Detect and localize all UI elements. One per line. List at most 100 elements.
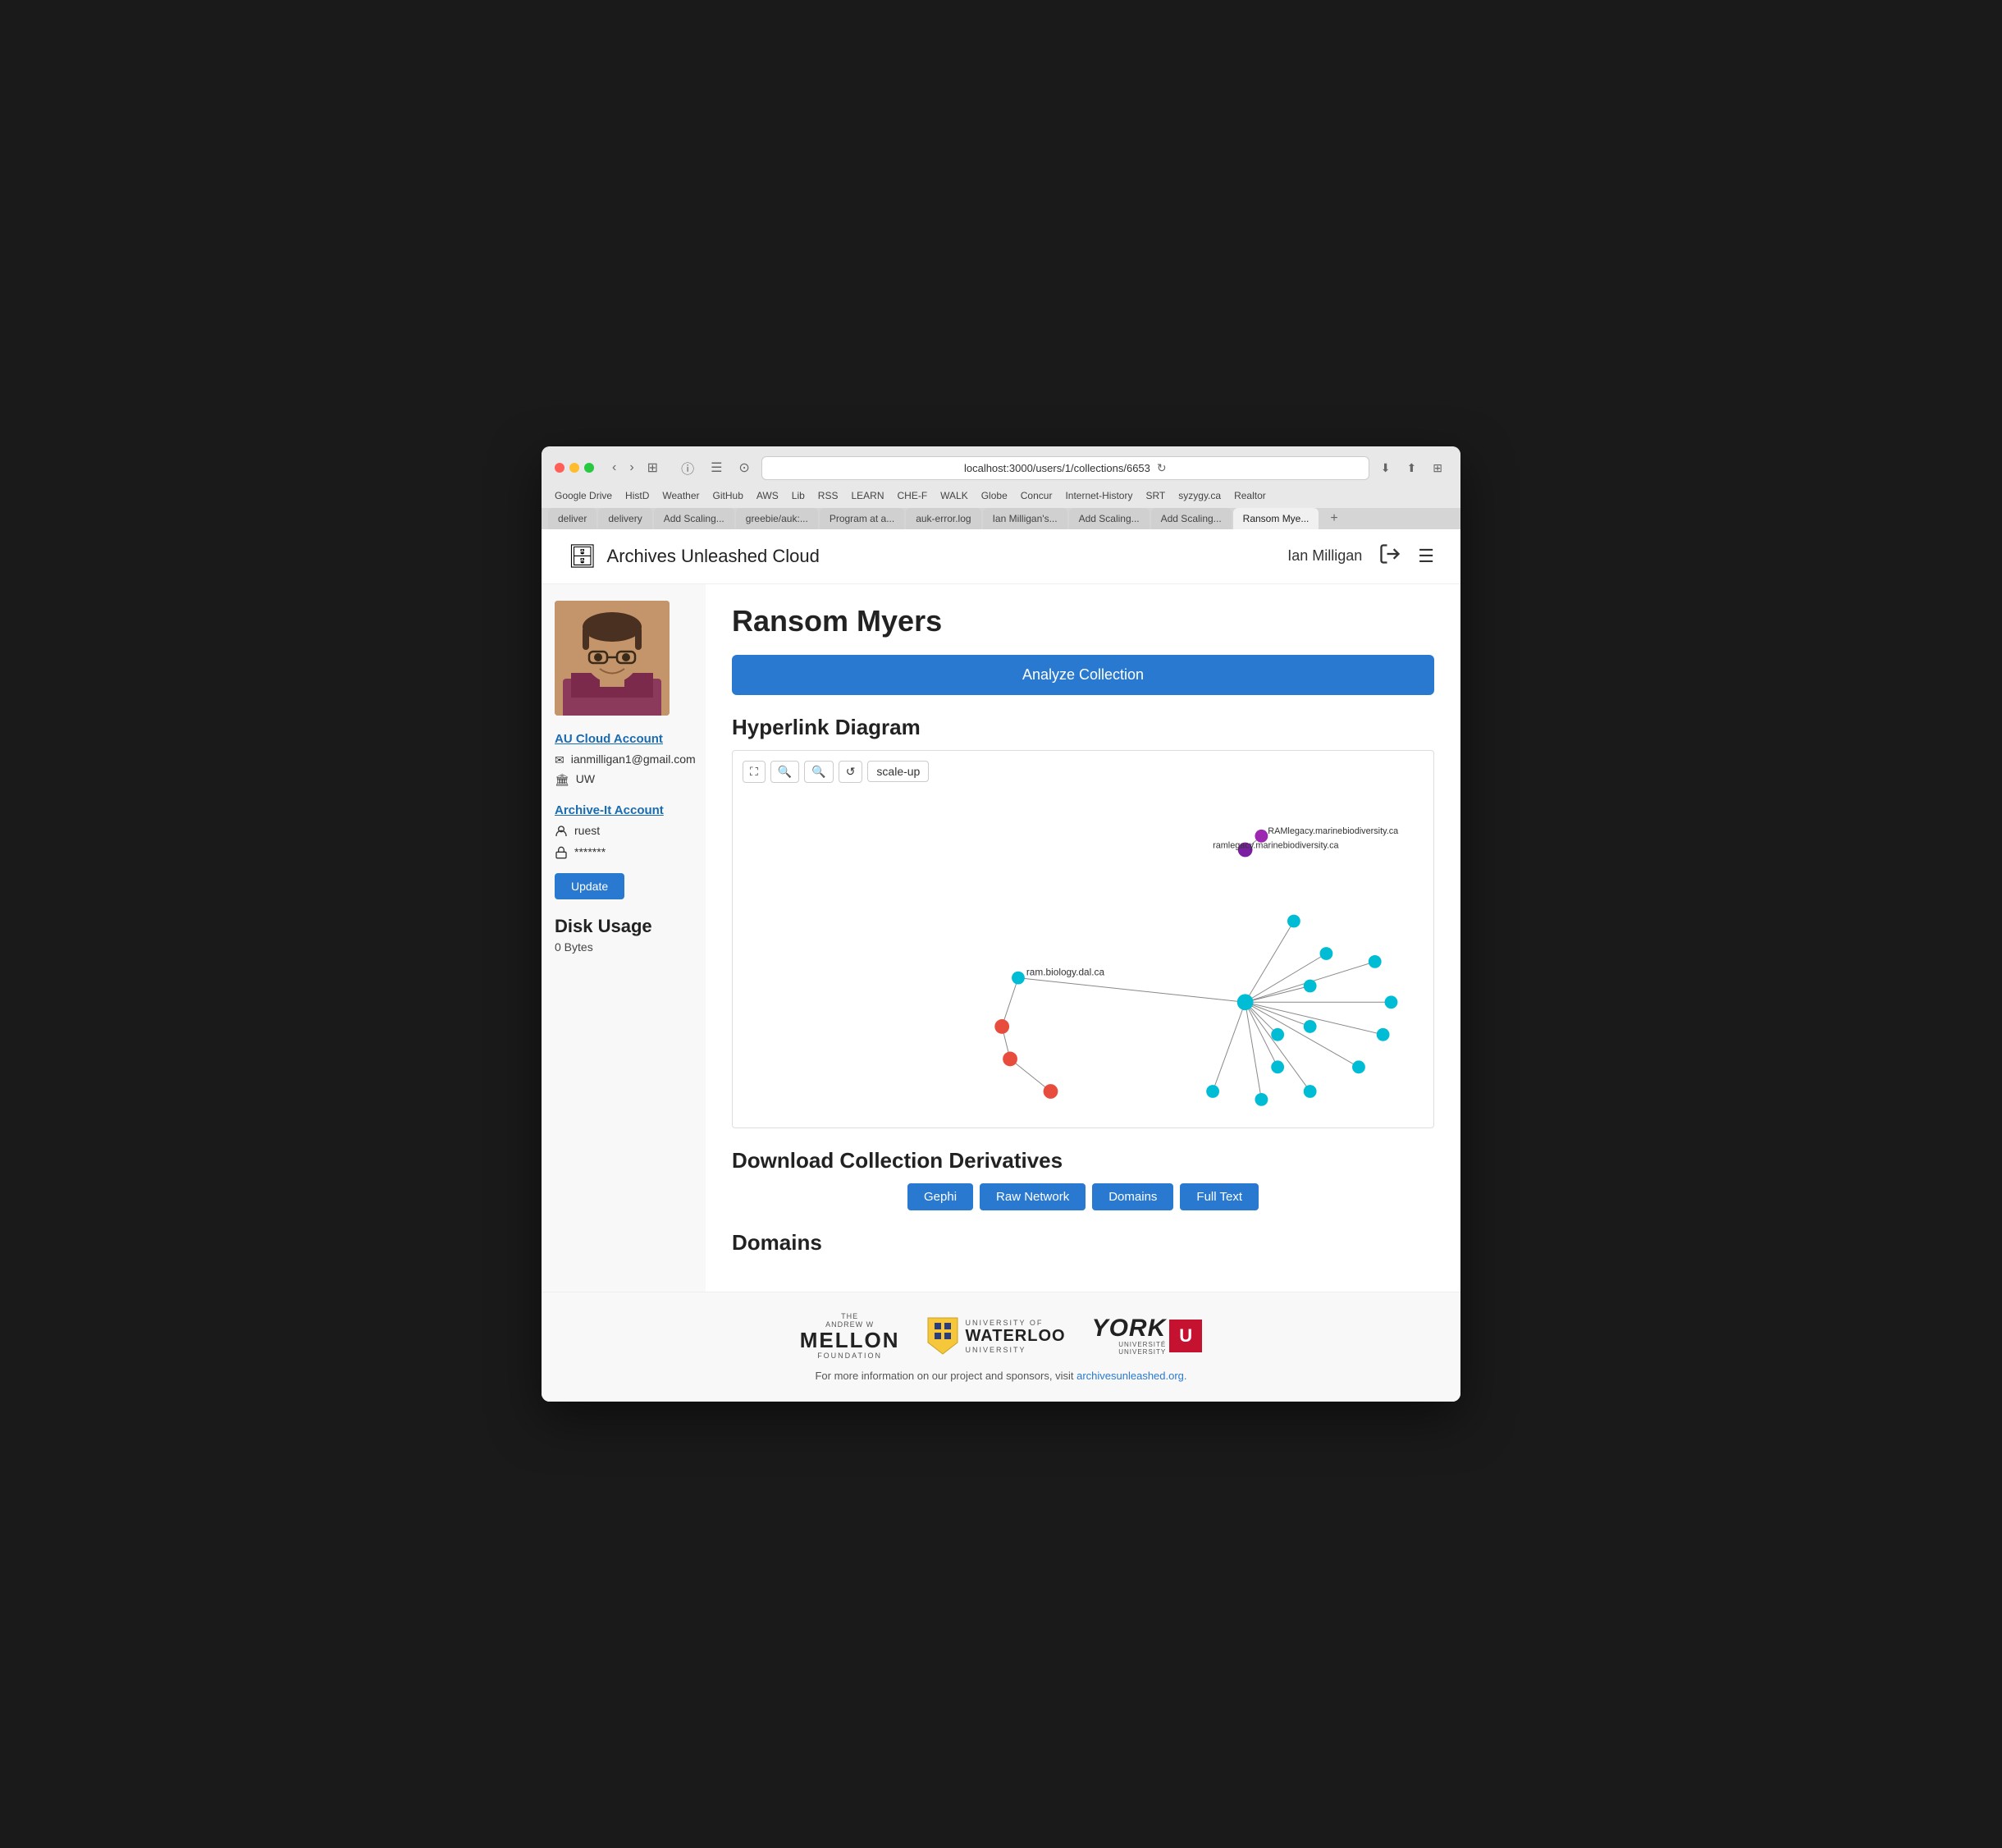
svg-text:RAMlegacy.marinebiodiversity.c: RAMlegacy.marinebiodiversity.ca [1268,826,1399,835]
gephi-button[interactable]: Gephi [907,1183,973,1210]
domains-title: Domains [732,1230,1434,1256]
sidebar-au-cloud-section: AU Cloud Account ✉ ianmilligan1@gmail.co… [555,732,692,787]
user-name: Ian Milligan [1287,547,1362,565]
domains-button[interactable]: Domains [1092,1183,1173,1210]
toolbar-rss[interactable]: RSS [818,490,839,501]
tab-ransom-mye[interactable]: Ransom Mye... [1233,508,1319,529]
toolbar-realtor[interactable]: Realtor [1234,490,1266,501]
app-logo: 🗄 Archives Unleashed Cloud [568,542,820,569]
share-button[interactable]: ⬆ [1402,460,1422,477]
zoom-out-button[interactable]: 🔍 [770,761,799,783]
new-tab-button[interactable]: ⊞ [1428,460,1447,477]
close-button[interactable] [555,463,564,473]
back-button[interactable]: ‹ [607,458,621,478]
refresh-button[interactable]: ↻ [1157,461,1167,475]
app-content: 🗄 Archives Unleashed Cloud Ian Milligan … [542,529,1460,1402]
waterloo-logo: UNIVERSITY OF WATERLOO UNIVERSITY [926,1316,1066,1356]
new-tab-plus[interactable]: + [1323,508,1344,529]
logout-button[interactable] [1378,542,1401,570]
download-button[interactable]: ⬇ [1376,460,1396,477]
tab-program[interactable]: Program at a... [820,508,904,529]
tab-delivery[interactable]: delivery [598,508,651,529]
toolbar-github[interactable]: GitHub [713,490,743,501]
camera-button[interactable]: ⊙ [734,458,754,478]
toolbar-aws[interactable]: AWS [756,490,779,501]
reset-button[interactable]: ↺ [839,761,863,783]
york-sub2: UNIVERSITY [1092,1348,1167,1356]
window-controls-right: ⬇ ⬆ ⊞ [1376,460,1447,477]
toolbar-chef[interactable]: CHE-F [897,490,927,501]
main-layout: AU Cloud Account ✉ ianmilligan1@gmail.co… [542,584,1460,1292]
page-title: Ransom Myers [732,604,1434,638]
archive-it-title[interactable]: Archive-It Account [555,803,692,817]
network-diagram: ram.biology.dal.ca RAMlegacy.marinebiodi… [743,789,1424,1118]
central-node: ram.biology.dal.ca RAMlegacy.marinebiodi… [994,826,1399,1105]
app-header: 🗄 Archives Unleashed Cloud Ian Milligan … [542,529,1460,584]
address-bar[interactable]: localhost:3000/users/1/collections/6653 … [761,456,1369,480]
username-value: ruest [574,824,600,837]
reader-button[interactable]: ☰ [706,458,727,478]
sidebar-disk-usage-section: Disk Usage 0 Bytes [555,916,692,954]
domains-section: Domains [732,1230,1434,1256]
reader-view-button[interactable]: ⊞ [642,458,663,478]
tab-add-scaling-1[interactable]: Add Scaling... [654,508,734,529]
email-value: ianmilligan1@gmail.com [571,752,696,766]
download-section-title: Download Collection Derivatives [732,1148,1434,1173]
hyperlink-diagram-title: Hyperlink Diagram [732,715,1434,740]
tab-add-scaling-2[interactable]: Add Scaling... [1069,508,1150,529]
tab-auk-error[interactable]: auk-error.log [906,508,980,529]
institution-value: UW [576,772,595,785]
toolbar-histd[interactable]: HistD [625,490,649,501]
tab-add-scaling-3[interactable]: Add Scaling... [1151,508,1232,529]
tabs-row: deliver delivery Add Scaling... greebie/… [542,508,1460,529]
browser-chrome: ‹ › ⊞ ⓘ ☰ ⊙ localhost:3000/users/1/colle… [542,446,1460,529]
toolbar-srt[interactable]: SRT [1145,490,1165,501]
menu-button[interactable]: ☰ [1418,546,1434,567]
info-button[interactable]: ⓘ [676,456,699,479]
raw-network-button[interactable]: Raw Network [980,1183,1086,1210]
analyze-collection-button[interactable]: Analyze Collection [732,655,1434,695]
au-cloud-account-title[interactable]: AU Cloud Account [555,732,692,746]
toolbar-concur[interactable]: Concur [1021,490,1053,501]
toolbar-googledrive[interactable]: Google Drive [555,490,612,501]
main-content: Ransom Myers Analyze Collection Hyperlin… [706,584,1460,1292]
mellon-logo: THEANDREW W MELLON FOUNDATION [800,1312,900,1361]
toolbar-globe[interactable]: Globe [981,490,1008,501]
app-footer: THEANDREW W MELLON FOUNDATION UNIVERSITY… [542,1292,1460,1402]
toolbar-learn[interactable]: LEARN [851,490,884,501]
tab-deliver[interactable]: deliver [548,508,596,529]
maximize-button[interactable] [584,463,594,473]
logo-icon: 🗄 [568,542,597,569]
disk-usage-title: Disk Usage [555,916,692,937]
expand-button[interactable]: ⛶ [743,761,766,783]
username-icon [555,825,568,840]
toolbar-weather[interactable]: Weather [662,490,699,501]
mellon-name: MELLON [800,1329,900,1352]
institution-field: 🏛 UW [555,772,692,787]
footer-link[interactable]: archivesunleashed.org. [1076,1370,1186,1382]
tab-ian-milligan[interactable]: Ian Milligan's... [983,508,1067,529]
tab-greebie[interactable]: greebie/auk:... [736,508,818,529]
title-bar: ‹ › ⊞ ⓘ ☰ ⊙ localhost:3000/users/1/colle… [542,446,1460,487]
toolbar-syzygy[interactable]: syzygy.ca [1178,490,1221,501]
update-button[interactable]: Update [555,873,624,899]
minimize-button[interactable] [569,463,579,473]
york-logo: YORK UNIVERSITÉ UNIVERSITY U [1092,1316,1203,1356]
download-buttons: Gephi Raw Network Domains Full Text [732,1183,1434,1210]
full-text-button[interactable]: Full Text [1180,1183,1259,1210]
york-name: YORK [1092,1316,1167,1341]
email-field: ✉ ianmilligan1@gmail.com [555,752,692,767]
toolbar-internet-history[interactable]: Internet-History [1065,490,1132,501]
forward-button[interactable]: › [624,458,638,478]
toolbar-lib[interactable]: Lib [792,490,805,501]
header-right: Ian Milligan ☰ [1287,542,1434,570]
password-icon [555,846,568,862]
zoom-in-button[interactable]: 🔍 [804,761,833,783]
scale-up-button[interactable]: scale-up [867,761,929,782]
toolbar-walk[interactable]: WALK [940,490,968,501]
diagram-toolbar: ⛶ 🔍 🔍 ↺ scale-up [743,761,1424,783]
password-field: ******* [555,845,692,862]
disk-usage-value: 0 Bytes [555,940,692,954]
york-red-icon: U [1169,1320,1202,1352]
nav-buttons: ‹ › ⊞ [607,458,663,478]
